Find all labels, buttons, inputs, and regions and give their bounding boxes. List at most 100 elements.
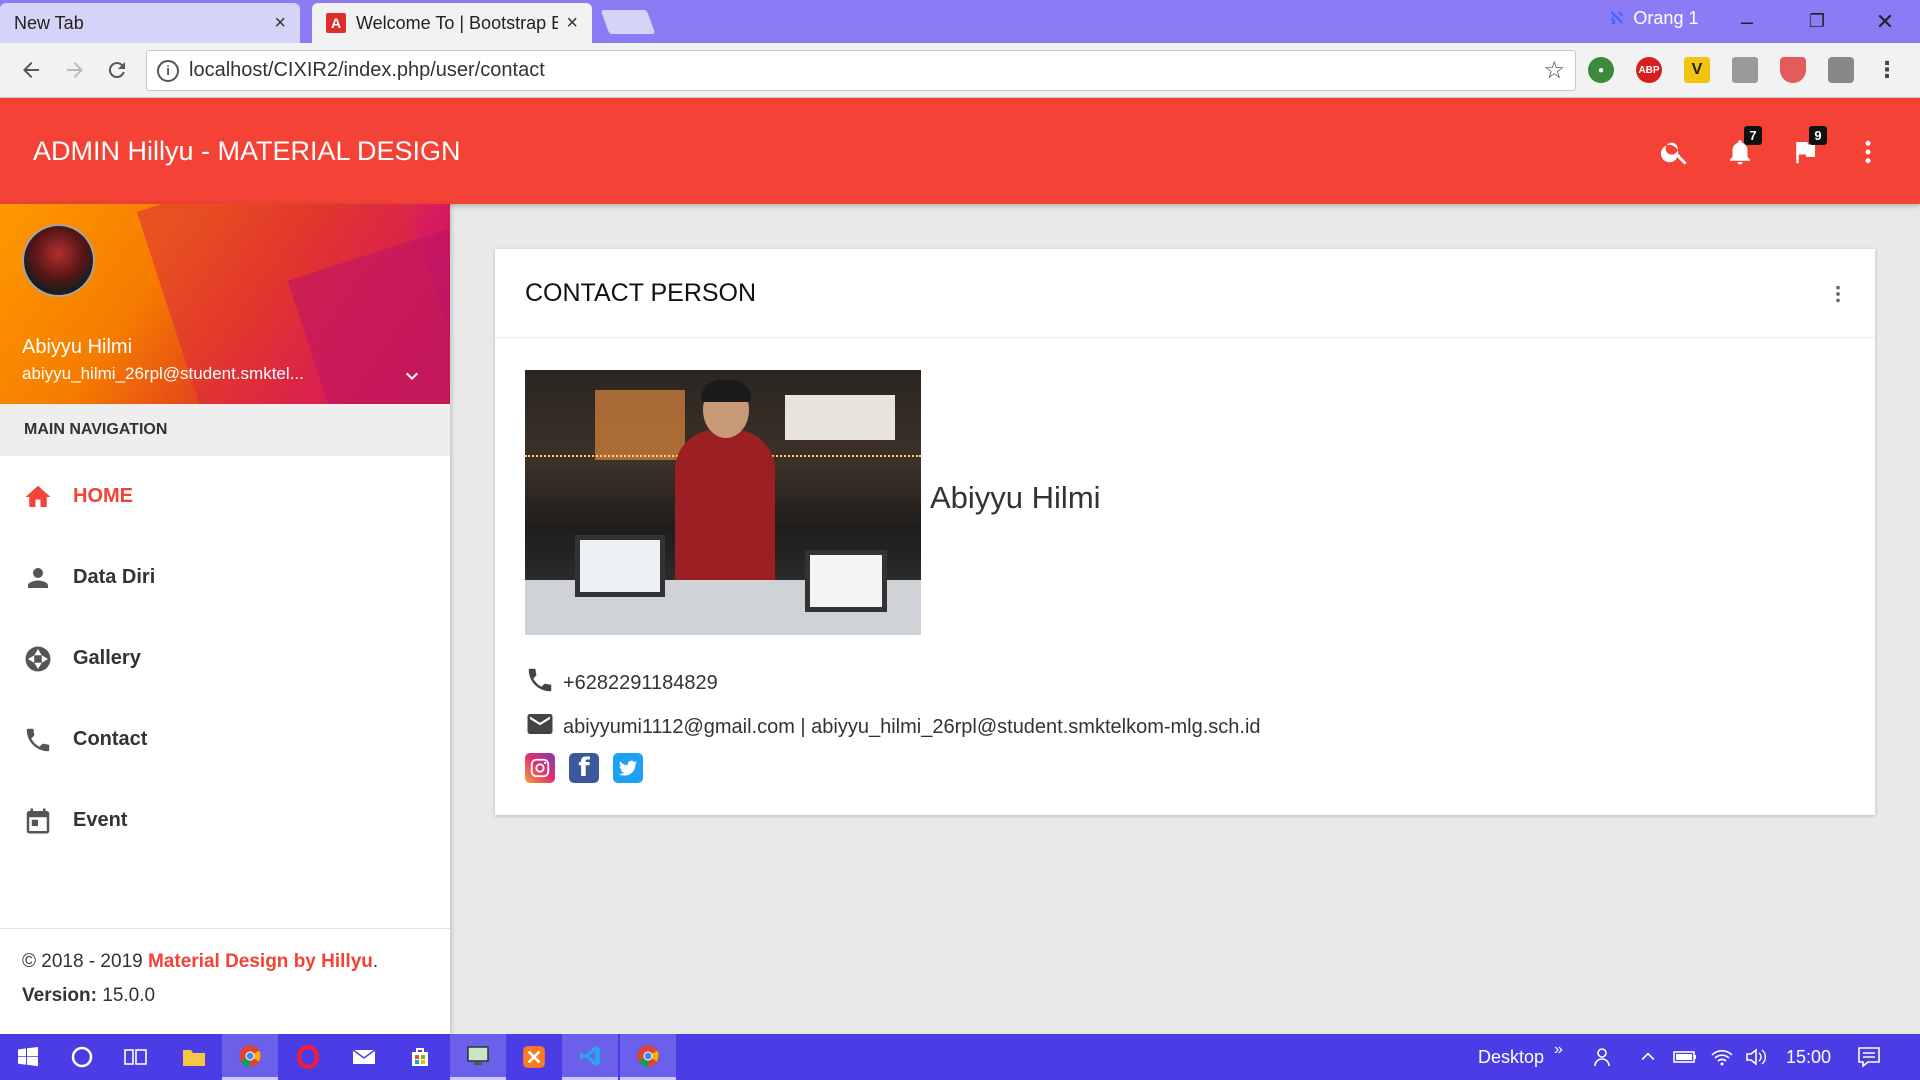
more-vert-icon [1865, 140, 1871, 164]
extension-globe-icon[interactable]: ● [1588, 57, 1614, 83]
photo-detail [785, 395, 895, 440]
sidebar-item-contact[interactable]: Contact [0, 699, 450, 780]
browser-toolbar: i localhost/CIXIR2/index.php/user/contac… [0, 43, 1920, 98]
sidebar-item-label: Contact [73, 728, 148, 750]
restore-button[interactable]: ❐ [1782, 0, 1852, 43]
terminal-app-button[interactable] [450, 1034, 506, 1080]
tab-close-button[interactable]: × [274, 12, 286, 35]
user-email: abiyyu_hilmi_26rpl@student.smktel... [22, 364, 304, 383]
facebook-icon[interactable]: f [569, 753, 599, 783]
user-info-panel: Abiyyu Hilmi abiyyu_hilmi_26rpl@student.… [0, 204, 450, 404]
site-info-icon[interactable]: i [157, 59, 179, 82]
app-title[interactable]: ADMIN Hillyu - MATERIAL DESIGN [33, 136, 461, 167]
more-options-button[interactable] [1848, 132, 1888, 172]
tab-welcome[interactable]: A Welcome To | Bootstrap B × [312, 3, 592, 43]
show-hidden-icons-button[interactable] [1638, 1034, 1658, 1080]
xampp-icon [523, 1046, 545, 1068]
contact-phone: +6282291184829 [563, 672, 718, 694]
card-menu-button[interactable] [1827, 283, 1849, 312]
xampp-button[interactable] [506, 1034, 562, 1080]
chrome-second-button[interactable] [620, 1034, 676, 1080]
sidebar-item-data-diri[interactable]: Data Diri [0, 537, 450, 618]
photo-detail [701, 380, 751, 402]
photo-detail [595, 390, 685, 460]
search-icon [1660, 142, 1687, 165]
file-explorer-button[interactable] [166, 1034, 222, 1080]
notifications-button[interactable]: 7 [1720, 126, 1762, 172]
people-button[interactable] [1592, 1034, 1616, 1080]
nav-header: MAIN NAVIGATION [0, 404, 450, 456]
volume-button[interactable] [1744, 1034, 1768, 1080]
cortana-circle-icon [71, 1046, 93, 1068]
twitter-icon[interactable] [613, 753, 643, 783]
copyright-text: © 2018 - 2019 [22, 951, 148, 972]
task-view-button[interactable] [108, 1034, 164, 1080]
sidebar-item-label: HOME [73, 485, 133, 507]
user-menu-toggle[interactable] [400, 364, 424, 394]
profile-button[interactable]: ℵ Orang 1 [1610, 8, 1698, 29]
extension-camera-icon[interactable] [1828, 57, 1854, 83]
social-links: f [525, 753, 643, 783]
bookmark-star-icon[interactable]: ☆ [1543, 56, 1565, 85]
card-title: CONTACT PERSON [525, 279, 757, 307]
search-taskbar-button[interactable] [54, 1034, 110, 1080]
adblock-icon[interactable]: ABP [1636, 57, 1662, 83]
brand-link[interactable]: Material Design by Hillyu [148, 951, 373, 972]
sidebar-item-gallery[interactable]: Gallery [0, 618, 450, 699]
tab-close-button[interactable]: × [566, 12, 578, 35]
minimize-button[interactable]: – [1712, 0, 1782, 43]
forward-arrow-icon [67, 62, 83, 78]
back-button[interactable] [14, 53, 48, 87]
toolbar-chevron-icon[interactable]: » [1554, 1041, 1563, 1059]
network-button[interactable] [1710, 1034, 1734, 1080]
start-button[interactable] [0, 1034, 56, 1080]
battery-button[interactable] [1672, 1034, 1698, 1080]
profile-icon: ℵ [1610, 8, 1624, 28]
new-tab-button[interactable] [600, 10, 656, 34]
calendar-icon [22, 805, 54, 837]
speaker-icon [1746, 1048, 1766, 1066]
browser-menu-icon[interactable]: ⋮ [1874, 57, 1900, 83]
sidebar-item-event[interactable]: Event [0, 780, 450, 861]
contact-email: abiyyumi1112@gmail.com | abiyyu_hilmi_26… [563, 716, 1261, 738]
photo-detail [575, 535, 665, 597]
chrome-icon [637, 1044, 659, 1067]
email-row: abiyyumi1112@gmail.com | abiyyu_hilmi_26… [525, 709, 1261, 739]
home-icon [22, 481, 54, 513]
clock[interactable]: 15:00 [1786, 1034, 1831, 1080]
phone-icon [22, 724, 54, 756]
tab-title: Welcome To | Bootstrap B [356, 12, 559, 33]
extension-person-icon[interactable] [1732, 57, 1758, 83]
flag-count-badge: 9 [1809, 126, 1827, 145]
opera-button[interactable] [280, 1034, 336, 1080]
close-window-button[interactable]: ✕ [1850, 0, 1920, 43]
sidebar-item-home[interactable]: HOME [0, 456, 450, 537]
vscode-button[interactable] [562, 1034, 618, 1080]
browser-title-bar: New Tab × A Welcome To | Bootstrap B × ℵ… [0, 0, 1920, 43]
user-name: Abiyyu Hilmi [22, 336, 133, 358]
battery-icon [1673, 1051, 1696, 1063]
forward-button[interactable] [58, 53, 92, 87]
address-bar[interactable]: i localhost/CIXIR2/index.php/user/contac… [146, 50, 1576, 91]
mail-icon [525, 709, 555, 739]
avatar[interactable] [22, 224, 95, 297]
instagram-icon[interactable] [525, 753, 555, 783]
contact-photo [525, 370, 921, 635]
mail-button[interactable] [336, 1034, 392, 1080]
extension-shield-icon[interactable] [1780, 57, 1806, 83]
version-value: 15.0.0 [96, 985, 156, 1006]
action-center-button[interactable] [1856, 1034, 1882, 1080]
photo-detail [805, 550, 887, 612]
search-button[interactable] [1655, 132, 1695, 172]
extension-v-icon[interactable]: V [1684, 57, 1710, 83]
store-button[interactable] [392, 1034, 448, 1080]
monitor-icon [467, 1045, 489, 1065]
desktop-toolbar[interactable]: Desktop » [1478, 1034, 1563, 1080]
tab-new-tab[interactable]: New Tab × [0, 3, 300, 43]
chevron-up-icon [1641, 1052, 1655, 1061]
version-line: Version: 15.0.0 [22, 985, 450, 1007]
reload-button[interactable] [100, 53, 134, 87]
flags-button[interactable]: 9 [1785, 126, 1827, 172]
sidebar: Abiyyu Hilmi abiyyu_hilmi_26rpl@student.… [0, 204, 450, 1034]
chrome-taskbar-button[interactable] [222, 1034, 278, 1080]
